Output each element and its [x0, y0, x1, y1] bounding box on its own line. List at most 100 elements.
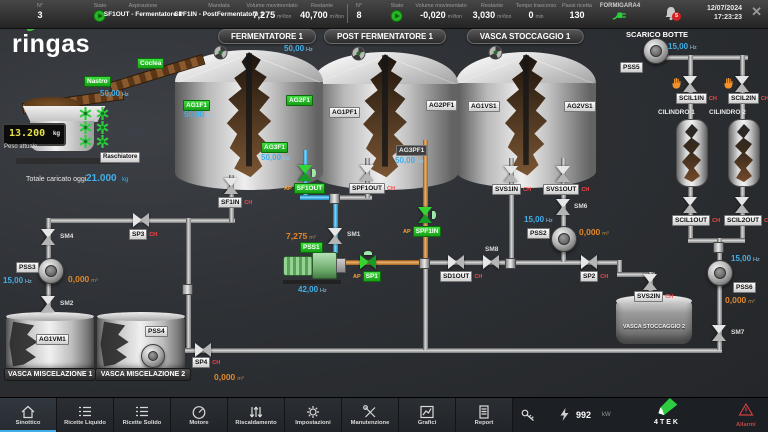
peso-attuale-label: Peso attuale — [4, 144, 38, 150]
nav-riscaldamento[interactable]: Riscaldamento — [228, 398, 285, 432]
valve-sp3-label: SP3 CH — [129, 229, 157, 240]
volume-value: 7,275 — [252, 10, 276, 20]
valve-sp2[interactable] — [581, 255, 597, 269]
pipe-flange — [505, 258, 516, 269]
recipe2-n-value: 8 — [356, 10, 362, 20]
valve-sm6-label: SM6 — [574, 203, 588, 210]
valve-sp1[interactable] — [360, 251, 376, 269]
valve-sm4[interactable] — [41, 229, 55, 245]
scada-screen: N° 3 Stato Aspirazione SF1OUT - Fermenta… — [0, 0, 768, 432]
tank-vasca-stoccaggio-2[interactable]: VASCA STOCCAGGIO 2 — [616, 295, 692, 344]
tank-cilindro-1[interactable] — [676, 119, 708, 187]
home-icon — [21, 405, 35, 419]
valve-svs1in[interactable] — [504, 166, 518, 182]
nav-grafici[interactable]: Grafici — [399, 398, 456, 432]
valve-sm1[interactable] — [328, 228, 342, 244]
nav-sinottico[interactable]: Sinottico — [0, 398, 57, 432]
aspirazione-value: SF1OUT - Fermentatore 1 — [103, 11, 183, 18]
auger-icon — [96, 135, 109, 153]
pipe-segment — [423, 263, 428, 350]
tank-post-fermentatore-1[interactable] — [312, 52, 458, 190]
pipe-flange — [713, 242, 724, 253]
recipe2-passi: Passi ricetta 130 — [562, 3, 592, 20]
valve-sm1-label: SM1 — [347, 231, 361, 238]
valve-scil1in[interactable] — [683, 76, 697, 92]
agitator-ag2f1-hz: 50,00 Hz — [284, 44, 313, 53]
valve-sm6[interactable] — [556, 199, 570, 215]
valve-spf1in[interactable] — [418, 207, 436, 223]
volume-label: Volume movimentato — [246, 3, 298, 9]
valve-sp4[interactable] — [195, 343, 211, 357]
agitator-ag2pf1-label[interactable]: AG2PF1 — [426, 100, 458, 111]
recipe-list-icon — [79, 406, 91, 417]
agitator-ag1pf1-label[interactable]: AG1PF1 — [329, 107, 361, 118]
agitator-ag2vs1-label[interactable]: AG2VS1 — [564, 101, 596, 112]
pump-pss4[interactable] — [141, 344, 165, 368]
nav-motore[interactable]: Motore — [171, 398, 228, 432]
tank-title-vasca-miscelazione-2: VASCA MISCELAZIONE 2 — [95, 368, 191, 381]
valve-scil1out[interactable] — [683, 197, 697, 213]
nav-allarmi[interactable]: Allarmi — [736, 402, 756, 428]
valve-svs1out[interactable] — [556, 166, 570, 182]
agitator-ag3f1-label[interactable]: AG3F1 — [261, 142, 288, 153]
valve-scil2out-label: SCIL2OUTCH — [724, 215, 768, 226]
gear-icon — [307, 406, 319, 418]
restante-label: Restante — [310, 3, 334, 9]
pump-pss2[interactable] — [551, 226, 577, 252]
valve-sm2[interactable] — [41, 296, 55, 312]
valve-sf1in[interactable] — [224, 178, 238, 194]
nav-report[interactable]: Report — [456, 398, 513, 432]
scarico-botte-title: SCARICO BOTTE — [625, 30, 689, 39]
tempo-unit: min — [535, 14, 544, 20]
tank-vasca-stoccaggio-1[interactable] — [456, 52, 596, 188]
valve-sp2-label: SP2 CH — [580, 271, 608, 282]
valve-sf1out[interactable] — [298, 165, 316, 181]
valve-sf1out-label: AP SF1OUT — [284, 183, 326, 194]
valve-scil2in[interactable] — [735, 76, 749, 92]
valve-scil2out[interactable] — [735, 197, 749, 213]
pump-pss4-label: PSS4 — [145, 326, 168, 337]
valve-sm7-label: SM7 — [731, 329, 745, 336]
alarm-bell-button[interactable]: 5 — [664, 6, 681, 26]
valve-sm2-label: SM2 — [60, 300, 74, 307]
agitator-ag1vs1-label[interactable]: AG1VS1 — [468, 101, 500, 112]
agitator-ag3pf1-label[interactable]: AG3PF1 — [396, 145, 428, 156]
datetime: 12/07/2024 17:23:23 — [707, 4, 742, 22]
tank-cilindro-2[interactable] — [728, 119, 760, 187]
station-status: FORMIGARA4 — [600, 3, 640, 20]
pump-pss4-volume: 0,000 m³ — [214, 372, 244, 382]
nav-impostazioni[interactable]: Impostazioni — [285, 398, 342, 432]
alarm-count-badge: 5 — [672, 12, 681, 21]
pump-pss1[interactable] — [281, 250, 347, 286]
valve-sp3[interactable] — [133, 213, 149, 227]
nav-ricette-solido[interactable]: Ricette Solido — [114, 398, 171, 432]
recipe2-status: Stato — [391, 3, 403, 22]
passi-value: 130 — [569, 10, 585, 20]
pump-pss5-label: PSS5 — [620, 62, 643, 73]
valve-sd1out[interactable] — [448, 255, 464, 269]
pump-pss3[interactable] — [38, 258, 64, 284]
agitator-ag3f1-hz: 50,00 Hz — [261, 153, 290, 162]
pump-pss6[interactable] — [707, 260, 733, 286]
agitator-ag1vm1-label[interactable]: AG1VM1 — [36, 334, 69, 345]
pump-pss1-volume: 7,275 m³ — [286, 231, 316, 241]
nav-ricette-liquido[interactable]: Ricette Liquido — [57, 398, 114, 432]
valve-spf1out[interactable] — [360, 165, 374, 181]
close-icon[interactable]: ✕ — [751, 5, 762, 19]
agitator-ag2f1-label[interactable]: AG2F1 — [286, 95, 313, 106]
nav-manutenzione[interactable]: Manutenzione — [342, 398, 399, 432]
tank-vasca-miscelazione-2[interactable] — [97, 312, 185, 372]
recipe2-tempo: Tempo trascorso 0 min — [516, 3, 557, 20]
agitator-ag3pf1-hz: 50,00 Hz — [395, 156, 424, 165]
key-icon[interactable] — [520, 407, 536, 427]
valve-sm8[interactable] — [483, 255, 499, 269]
pipe-segment — [657, 55, 748, 60]
agitator-ag1f1-hz: 50,00 Hz — [184, 110, 213, 119]
header-bar: N° 3 Stato Aspirazione SF1OUT - Fermenta… — [0, 0, 768, 29]
pump-pss5[interactable] — [643, 38, 669, 64]
pump-pss1-hz: 42,00 Hz — [298, 285, 327, 294]
valve-sm7[interactable] — [712, 325, 726, 341]
pump-pss3-hz: 15,00 Hz — [3, 276, 32, 285]
allarmi-label: Allarmi — [736, 422, 756, 428]
valve-svs2in[interactable] — [643, 274, 657, 290]
